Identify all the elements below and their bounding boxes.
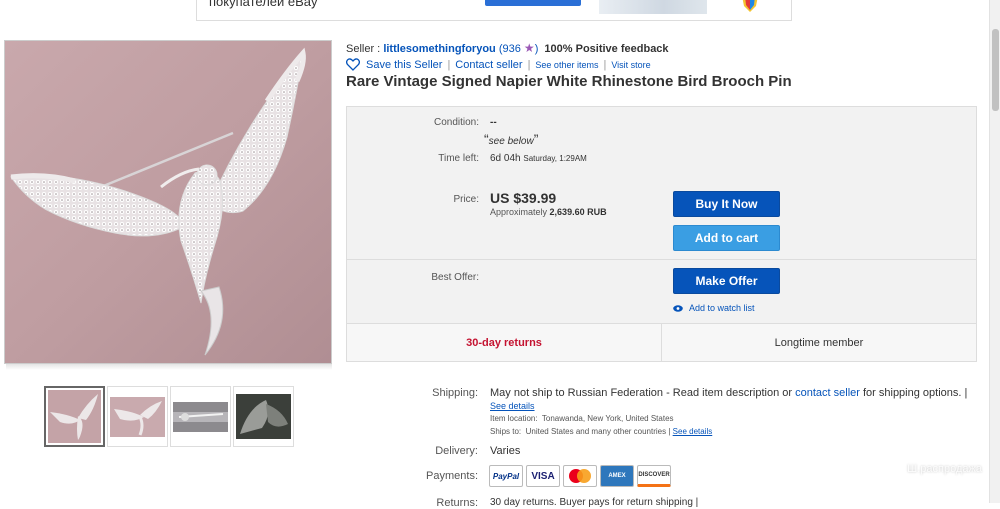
time-left-label: Time left: xyxy=(438,153,479,164)
top-banner-ad[interactable]: покупателей eBay xyxy=(196,0,792,21)
eye-icon xyxy=(673,304,683,312)
watermark: Ш.распродажа xyxy=(907,463,982,475)
banner-text: покупателей eBay xyxy=(209,0,318,9)
condition-label: Condition: xyxy=(433,117,479,128)
returns-label: Returns: xyxy=(436,497,478,509)
paypal-icon: PayPal xyxy=(489,465,523,487)
separator: | xyxy=(527,58,531,71)
separator: | xyxy=(603,58,607,71)
photo-shadow xyxy=(6,364,332,370)
amex-icon: AMEX xyxy=(600,465,634,487)
contact-seller-link[interactable]: Contact seller xyxy=(455,59,522,71)
longtime-member-badge: Longtime member xyxy=(774,336,864,349)
visit-store-link[interactable]: Visit store xyxy=(611,60,650,70)
thumbnail-image xyxy=(48,390,101,443)
seller-actions: Save this Seller | Contact seller | See … xyxy=(346,58,651,71)
item-location: Item location: Tonawanda, New York, Unit… xyxy=(490,414,674,423)
heart-icon[interactable] xyxy=(346,58,360,71)
condition-value: -- xyxy=(490,117,497,128)
payment-icons: PayPal VISA AMEX DISCOVER xyxy=(489,465,671,487)
thumbnail-image xyxy=(173,401,228,432)
thumbnail-image xyxy=(236,394,291,439)
returns-badge: 30-day returns xyxy=(347,324,662,361)
star-icon: ★ xyxy=(523,41,535,55)
thumbnail-image xyxy=(110,396,165,437)
divider xyxy=(347,259,976,260)
contact-seller-shipping-link[interactable]: contact seller xyxy=(795,387,860,399)
price-value: US $39.99 xyxy=(490,190,557,206)
save-seller-link[interactable]: Save this Seller xyxy=(366,59,442,71)
price-label: Price: xyxy=(453,194,479,205)
thumbnail-3[interactable] xyxy=(170,386,231,447)
thumbnail-4[interactable] xyxy=(233,386,294,447)
payments-label: Payments: xyxy=(426,470,478,482)
add-to-cart-button[interactable]: Add to cart xyxy=(673,225,780,251)
feedback-count[interactable]: (936 xyxy=(499,43,521,55)
badge-row: 30-day returns Longtime member xyxy=(347,323,976,361)
best-offer-label: Best Offer: xyxy=(431,272,479,283)
discover-icon: DISCOVER xyxy=(637,465,671,487)
seller-name-link[interactable]: littlesomethingforyou xyxy=(383,43,495,55)
thumbnail-1[interactable] xyxy=(44,386,105,447)
buy-box: Condition: -- “see below” Time left: 6d … xyxy=(346,106,977,362)
delivery-value: Varies xyxy=(490,445,521,457)
visa-icon: VISA xyxy=(526,465,560,487)
item-title: Rare Vintage Signed Napier White Rhinest… xyxy=(346,73,792,90)
shipping-see-details: See details xyxy=(490,401,535,411)
main-product-image[interactable] xyxy=(4,40,332,364)
price-approx: Approximately 2,639.60 RUB xyxy=(490,207,607,217)
delivery-label: Delivery: xyxy=(435,445,478,457)
thumbnail-strip xyxy=(44,386,294,447)
see-other-items-link[interactable]: See other items xyxy=(535,60,598,70)
scrollbar-thumb[interactable] xyxy=(992,29,999,111)
ships-to-see-details-link[interactable]: See details xyxy=(673,427,713,436)
condition-note: “see below” xyxy=(484,131,539,147)
ships-to: Ships to: United States and many other c… xyxy=(490,427,713,436)
separator: | xyxy=(447,58,451,71)
make-offer-button[interactable]: Make Offer xyxy=(673,268,780,294)
banner-image xyxy=(599,0,707,14)
shield-icon xyxy=(742,0,758,12)
thumbnail-2[interactable] xyxy=(107,386,168,447)
mastercard-logo xyxy=(569,469,591,483)
add-to-watch-list-link[interactable]: Add to watch list xyxy=(673,303,755,313)
shipping-text: May not ship to Russian Federation - Rea… xyxy=(490,387,968,399)
vertical-scrollbar[interactable] xyxy=(989,0,1000,503)
buy-it-now-button[interactable]: Buy It Now xyxy=(673,191,780,217)
banner-button[interactable] xyxy=(485,0,581,6)
seller-prefix: Seller : xyxy=(346,43,381,55)
shipping-label: Shipping: xyxy=(432,387,478,399)
mastercard-icon xyxy=(563,465,597,487)
time-left-value: 6d 04h Saturday, 1:29AM xyxy=(490,153,587,164)
brooch-photo xyxy=(5,41,331,363)
feedback-percent: 100% Positive feedback xyxy=(544,43,669,55)
seller-info: Seller : littlesomethingforyou (936 ★) 1… xyxy=(346,41,669,55)
see-details-link[interactable]: See details xyxy=(490,401,535,411)
